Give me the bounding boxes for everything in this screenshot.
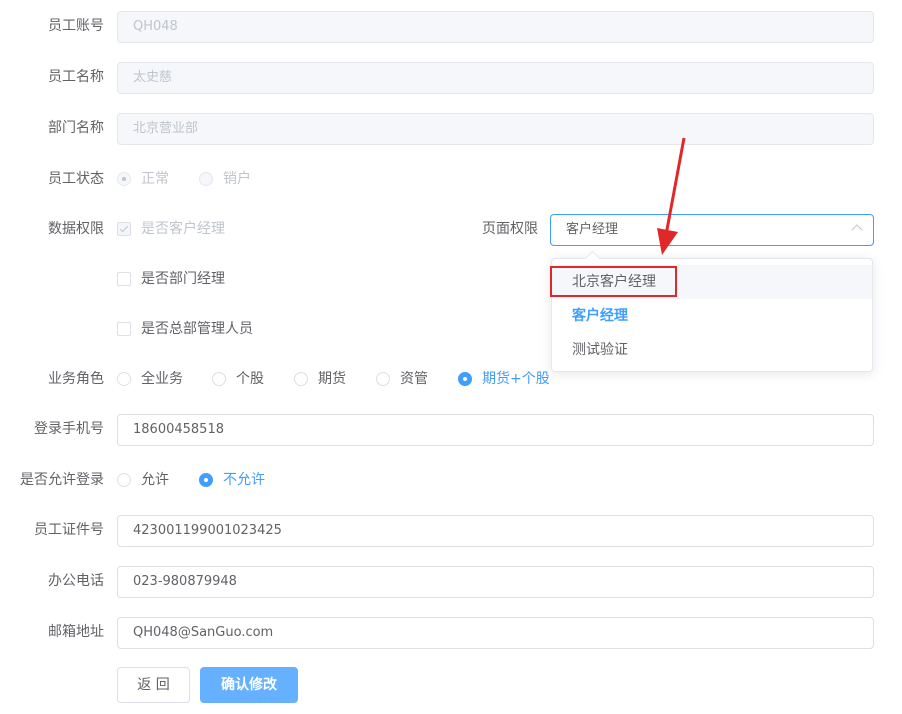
radio-circle[interactable] (294, 372, 308, 386)
radio-label: 全业务 (141, 371, 183, 387)
radio-circle[interactable] (199, 172, 213, 186)
business-role-label: 业务角色 (48, 371, 104, 387)
radio-label: 期货+个股 (482, 371, 550, 387)
annotation-arrow-icon (657, 137, 686, 255)
office-phone-label: 办公电话 (48, 573, 104, 589)
radio-circle[interactable] (117, 172, 131, 186)
role-radio-stock[interactable]: 个股 (212, 369, 264, 389)
radio-circle[interactable] (117, 473, 131, 487)
data-permission-label: 数据权限 (48, 221, 104, 237)
account-input[interactable]: QH048 (117, 11, 874, 43)
checkbox-box[interactable] (117, 322, 131, 336)
department-input[interactable]: 北京营业部 (117, 113, 874, 145)
radio-label: 正常 (141, 171, 169, 187)
select-value: 客户经理 (566, 222, 619, 237)
checkbox-box[interactable] (117, 222, 131, 236)
page-permission-dropdown: 北京客户经理 客户经理 测试验证 (551, 250, 873, 372)
back-button[interactable]: 返 回 (117, 667, 190, 703)
checkbox-label: 是否总部管理人员 (141, 321, 253, 337)
allow-login-radio-no[interactable]: 不允许 (199, 470, 265, 490)
radio-circle[interactable] (376, 372, 390, 386)
checkbox-label: 是否部门经理 (141, 271, 225, 287)
radio-circle[interactable] (212, 372, 226, 386)
confirm-button[interactable]: 确认修改 (200, 667, 298, 703)
email-input[interactable]: QH048@SanGuo.com (117, 617, 874, 649)
dropdown-arrow (584, 250, 601, 267)
radio-label: 期货 (318, 371, 346, 387)
dropdown-option-test[interactable]: 测试验证 (552, 333, 872, 367)
chevron-up-icon[interactable] (851, 224, 863, 236)
id-number-input[interactable]: 423001199001023425 (117, 515, 874, 547)
dropdown-option-beijing-manager[interactable]: 北京客户经理 (552, 265, 872, 299)
name-input[interactable]: 太史慈 (117, 62, 874, 94)
status-label: 员工状态 (48, 171, 104, 187)
checkbox-hq-admin[interactable]: 是否总部管理人员 (117, 319, 253, 339)
account-label: 员工账号 (48, 18, 104, 34)
page-permission-select[interactable]: 客户经理 (550, 214, 874, 246)
page-permission-label: 页面权限 (482, 221, 538, 237)
email-label: 邮箱地址 (48, 624, 104, 640)
status-radio-closed[interactable]: 销户 (199, 169, 251, 189)
role-radio-all[interactable]: 全业务 (117, 369, 183, 389)
radio-label: 不允许 (223, 472, 265, 488)
role-radio-futures-stock[interactable]: 期货+个股 (458, 369, 550, 389)
checkbox-customer-manager[interactable]: 是否客户经理 (117, 219, 225, 239)
phone-label: 登录手机号 (34, 421, 104, 437)
role-radio-futures[interactable]: 期货 (294, 369, 346, 389)
radio-label: 个股 (236, 371, 264, 387)
radio-label: 销户 (223, 171, 251, 187)
radio-label: 允许 (141, 472, 169, 488)
role-radio-asset[interactable]: 资管 (376, 369, 428, 389)
name-label: 员工名称 (48, 69, 104, 85)
department-label: 部门名称 (48, 120, 104, 136)
id-number-label: 员工证件号 (34, 522, 104, 538)
radio-label: 资管 (400, 371, 428, 387)
radio-circle[interactable] (199, 473, 213, 487)
dropdown-option-customer-manager[interactable]: 客户经理 (552, 299, 872, 333)
allow-login-label: 是否允许登录 (20, 472, 104, 488)
phone-input[interactable]: 18600458518 (117, 414, 874, 446)
checkbox-dept-manager[interactable]: 是否部门经理 (117, 269, 225, 289)
checkbox-box[interactable] (117, 272, 131, 286)
radio-circle[interactable] (458, 372, 472, 386)
checkbox-label: 是否客户经理 (141, 221, 225, 237)
office-phone-input[interactable]: 023-980879948 (117, 566, 874, 598)
radio-circle[interactable] (117, 372, 131, 386)
allow-login-radio-yes[interactable]: 允许 (117, 470, 169, 490)
status-radio-normal[interactable]: 正常 (117, 169, 169, 189)
